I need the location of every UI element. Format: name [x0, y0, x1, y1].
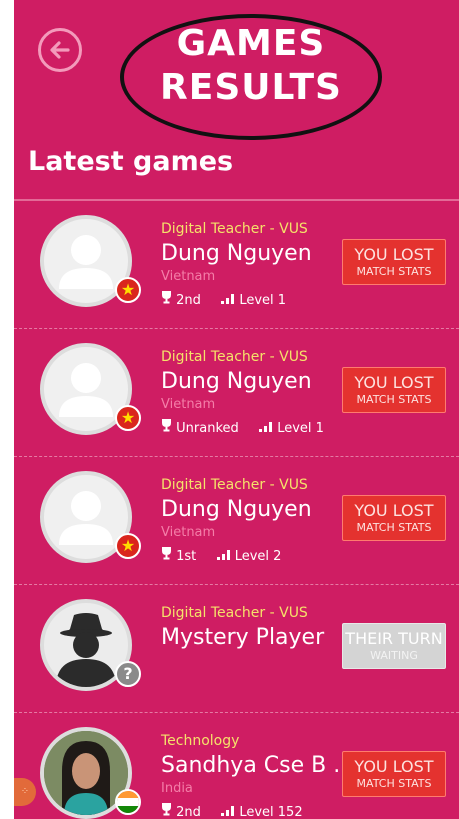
action-label: MATCH STATS [356, 265, 432, 278]
player-country: India [161, 781, 193, 796]
player-name: Sandhya Cse B ... [161, 753, 355, 778]
match-stats-button[interactable]: YOU LOST MATCH STATS [342, 239, 446, 285]
signal-bars-icon [221, 806, 235, 816]
level-text: Level 152 [239, 805, 303, 819]
action-label: MATCH STATS [356, 393, 432, 406]
status-label: YOU LOST [354, 245, 434, 264]
player-stats: 2nd Level 1 [161, 291, 286, 308]
rank-text: 2nd [176, 293, 201, 308]
their-turn-button[interactable]: THEIR TURN WAITING [342, 623, 446, 669]
trophy-icon [162, 419, 171, 432]
page-title-line1: GAMES [176, 23, 326, 64]
star-flag-icon: ★ [115, 405, 141, 431]
section-title: Latest games [28, 146, 234, 177]
level-text: Level 1 [277, 421, 324, 436]
back-button[interactable] [38, 28, 82, 72]
action-label: MATCH STATS [356, 521, 432, 534]
match-stats-button[interactable]: YOU LOST MATCH STATS [342, 751, 446, 797]
game-row[interactable]: ★ Digital Teacher - VUS Dung Nguyen Viet… [14, 457, 459, 585]
player-name: Dung Nguyen [161, 497, 312, 522]
player-stats: Unranked Level 1 [161, 419, 324, 436]
player-name: Dung Nguyen [161, 369, 312, 394]
action-label: MATCH STATS [356, 777, 432, 790]
player-stats: 2nd Level 152 [161, 803, 303, 819]
game-row[interactable]: ? Digital Teacher - VUS Mystery Player T… [14, 585, 459, 713]
status-label: THEIR TURN [345, 629, 443, 648]
rank-text: 2nd [176, 805, 201, 819]
arrow-left-icon [50, 41, 70, 59]
game-category: Technology [161, 733, 240, 749]
signal-bars-icon [216, 550, 230, 560]
level-text: Level 1 [239, 293, 287, 308]
game-category: Digital Teacher - VUS [161, 477, 308, 493]
dots-icon: ⁘ [20, 786, 30, 797]
trophy-icon [162, 291, 171, 304]
rank-text: 1st [176, 549, 197, 564]
star-flag-icon: ★ [115, 533, 141, 559]
page-title: GAMES RESULTS [144, 22, 358, 110]
level-text: Level 2 [234, 549, 282, 564]
match-stats-button[interactable]: YOU LOST MATCH STATS [342, 495, 446, 541]
question-mark-icon: ? [115, 661, 141, 687]
status-label: YOU LOST [354, 373, 434, 392]
player-name: Dung Nguyen [161, 241, 312, 266]
player-country: Vietnam [161, 269, 216, 284]
player-country: Vietnam [161, 397, 216, 412]
india-flag-icon [115, 789, 141, 815]
rank-text: Unranked [176, 421, 239, 436]
match-stats-button[interactable]: YOU LOST MATCH STATS [342, 367, 446, 413]
game-row[interactable]: Technology Sandhya Cse B ... India 2nd L… [14, 713, 459, 819]
game-row[interactable]: ★ Digital Teacher - VUS Dung Nguyen Viet… [14, 329, 459, 457]
player-name: Mystery Player [161, 625, 325, 650]
signal-bars-icon [259, 422, 273, 432]
player-stats: 1st Level 2 [161, 547, 281, 564]
status-label: YOU LOST [354, 757, 434, 776]
signal-bars-icon [221, 294, 235, 304]
games-results-screen: GAMES RESULTS Latest games ★ Digital Tea… [14, 0, 459, 819]
page-title-line2: RESULTS [160, 67, 342, 108]
game-row[interactable]: ★ Digital Teacher - VUS Dung Nguyen Viet… [14, 201, 459, 329]
star-flag-icon: ★ [115, 277, 141, 303]
game-category: Digital Teacher - VUS [161, 605, 308, 621]
game-category: Digital Teacher - VUS [161, 349, 308, 365]
trophy-icon [162, 803, 171, 816]
status-label: YOU LOST [354, 501, 434, 520]
action-label: WAITING [370, 649, 418, 662]
player-country: Vietnam [161, 525, 216, 540]
game-category: Digital Teacher - VUS [161, 221, 308, 237]
trophy-icon [162, 547, 171, 560]
